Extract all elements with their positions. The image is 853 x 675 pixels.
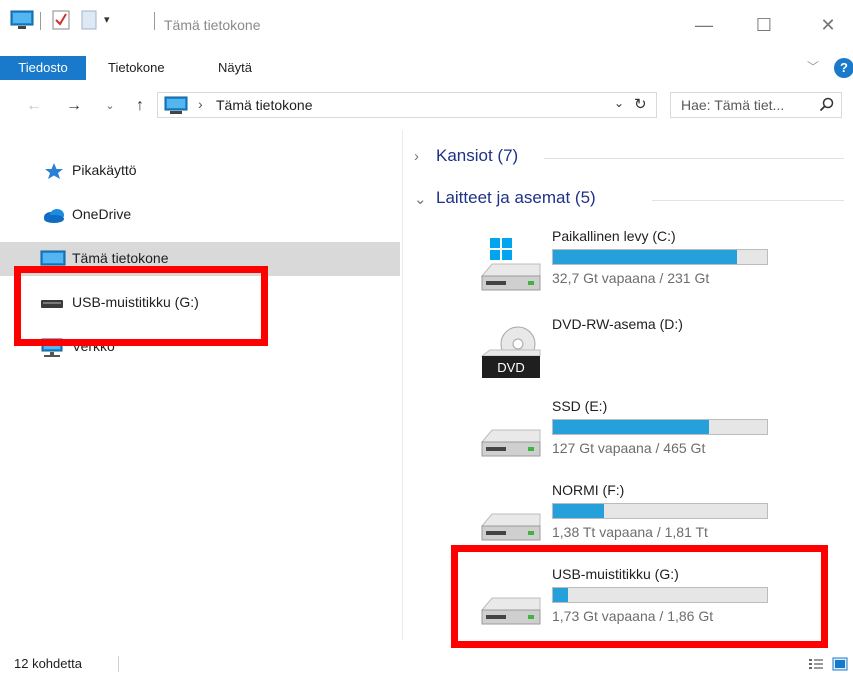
hard-drive-icon — [480, 513, 541, 541]
tab-computer[interactable]: Tietokone — [108, 56, 165, 80]
group-label: Laitteet ja asemat (5) — [436, 188, 596, 207]
search-input[interactable]: Hae: Tämä tiet... — [670, 92, 842, 118]
maximize-button[interactable]: ☐ — [744, 10, 784, 40]
up-button[interactable]: ↑ — [128, 94, 152, 118]
group-divider — [652, 200, 844, 201]
drive-name: DVD-RW-asema (D:) — [552, 316, 683, 332]
drive-item[interactable]: Paikallinen levy (C:) 32,7 Gt vapaana / … — [470, 228, 810, 316]
status-separator — [118, 656, 119, 672]
tab-file[interactable]: Tiedosto — [0, 56, 86, 80]
status-bar: 12 kohdetta — [0, 650, 853, 675]
title-separator — [40, 12, 41, 30]
drive-free-space: 127 Gt vapaana / 465 Gt — [552, 440, 706, 456]
properties-icon[interactable] — [52, 9, 70, 31]
title-bar: ▾ Tämä tietokone — ☐ ✕ — [0, 0, 853, 46]
drive-name: SSD (E:) — [552, 398, 608, 414]
minimize-button[interactable]: — — [684, 10, 724, 40]
close-icon: ✕ — [820, 15, 836, 35]
drive-usage-bar — [552, 503, 768, 519]
address-dropdown-icon[interactable]: ⌄ — [614, 96, 624, 110]
star-icon — [45, 163, 63, 179]
chevron-right-icon: › — [414, 148, 419, 165]
forward-button[interactable]: → — [62, 94, 86, 118]
title-separator — [154, 12, 155, 30]
group-label: Kansiot (7) — [436, 146, 519, 165]
tab-view[interactable]: Näytä — [218, 56, 252, 80]
close-button[interactable]: ✕ — [808, 10, 848, 40]
minimize-icon: — — [695, 15, 713, 35]
sidebar-item-onedrive[interactable]: OneDrive — [0, 198, 400, 232]
back-arrow-icon: ← — [26, 97, 42, 114]
drive-usage-fill — [553, 504, 605, 518]
hard-drive-icon — [480, 429, 541, 457]
refresh-icon[interactable]: ↻ — [634, 95, 647, 113]
breadcrumb-separator-icon: › — [198, 96, 203, 112]
sidebar-item-quick-access[interactable]: Pikakäyttö — [0, 154, 400, 188]
address-row: ← → ⌄ ↑ › Tämä tietokone ⌄ ↻ Hae: Tämä t… — [0, 90, 853, 122]
cloud-icon — [44, 209, 64, 223]
group-header-devices[interactable]: ⌄ Laitteet ja asemat (5) — [414, 188, 844, 214]
ribbon: Tiedosto Tietokone Näytä ﹀ ? — [0, 50, 853, 82]
drive-item[interactable]: DVD DVD-RW-asema (D:) — [470, 316, 810, 404]
computer-icon[interactable] — [10, 9, 34, 31]
sidebar-item-label: Pikakäyttö — [72, 162, 137, 178]
drive-item[interactable]: SSD (E:) 127 Gt vapaana / 465 Gt — [470, 398, 810, 486]
item-count: 12 kohdetta — [14, 656, 82, 671]
dvd-badge-label: DVD — [497, 360, 524, 375]
ribbon-expand-icon[interactable]: ﹀ — [807, 58, 819, 75]
up-arrow-icon: ↑ — [136, 97, 144, 114]
navigation-pane: Pikakäyttö OneDrive Tämä tietokone USB-m… — [0, 130, 402, 640]
group-divider — [544, 158, 844, 159]
drive-free-space: 1,38 Tt vapaana / 1,81 Tt — [552, 524, 708, 540]
back-button[interactable]: ← — [22, 94, 46, 118]
drive-name: Paikallinen levy (C:) — [552, 228, 676, 244]
drive-usage-bar — [552, 249, 768, 265]
maximize-icon: ☐ — [755, 15, 773, 35]
customize-toolbar-icon[interactable]: ▾ — [104, 13, 110, 35]
search-placeholder: Hae: Tämä tiet... — [681, 97, 785, 113]
drive-usage-fill — [553, 250, 738, 264]
drive-free-space: 32,7 Gt vapaana / 231 Gt — [552, 270, 710, 286]
drive-name: NORMI (F:) — [552, 482, 625, 498]
windows-drive-icon — [480, 238, 541, 291]
large-icons-view-icon[interactable] — [832, 657, 848, 671]
pane-splitter[interactable] — [402, 130, 403, 640]
highlight-box-drive-usb — [451, 545, 828, 648]
dvd-drive-icon: DVD — [480, 326, 541, 378]
drive-usage-fill — [553, 420, 710, 434]
address-bar[interactable]: › Tämä tietokone ⌄ ↻ — [157, 92, 657, 118]
sidebar-item-label: Tämä tietokone — [72, 250, 169, 266]
chevron-down-icon: ⌄ — [414, 191, 427, 208]
computer-icon — [164, 96, 188, 114]
group-header-folders[interactable]: › Kansiot (7) — [414, 146, 844, 172]
details-view-icon[interactable] — [808, 658, 824, 670]
chevron-down-icon: ⌄ — [105, 100, 115, 112]
breadcrumb[interactable]: Tämä tietokone — [216, 97, 313, 113]
highlight-box-nav-usb — [14, 266, 268, 346]
recent-locations-button[interactable]: ⌄ — [100, 94, 120, 118]
window-title: Tämä tietokone — [164, 17, 261, 33]
drive-usage-bar — [552, 419, 768, 435]
search-icon[interactable] — [819, 97, 835, 113]
new-folder-icon[interactable] — [80, 9, 98, 31]
help-button[interactable]: ? — [834, 58, 853, 78]
sidebar-item-label: OneDrive — [72, 206, 132, 222]
forward-arrow-icon: → — [66, 97, 82, 114]
